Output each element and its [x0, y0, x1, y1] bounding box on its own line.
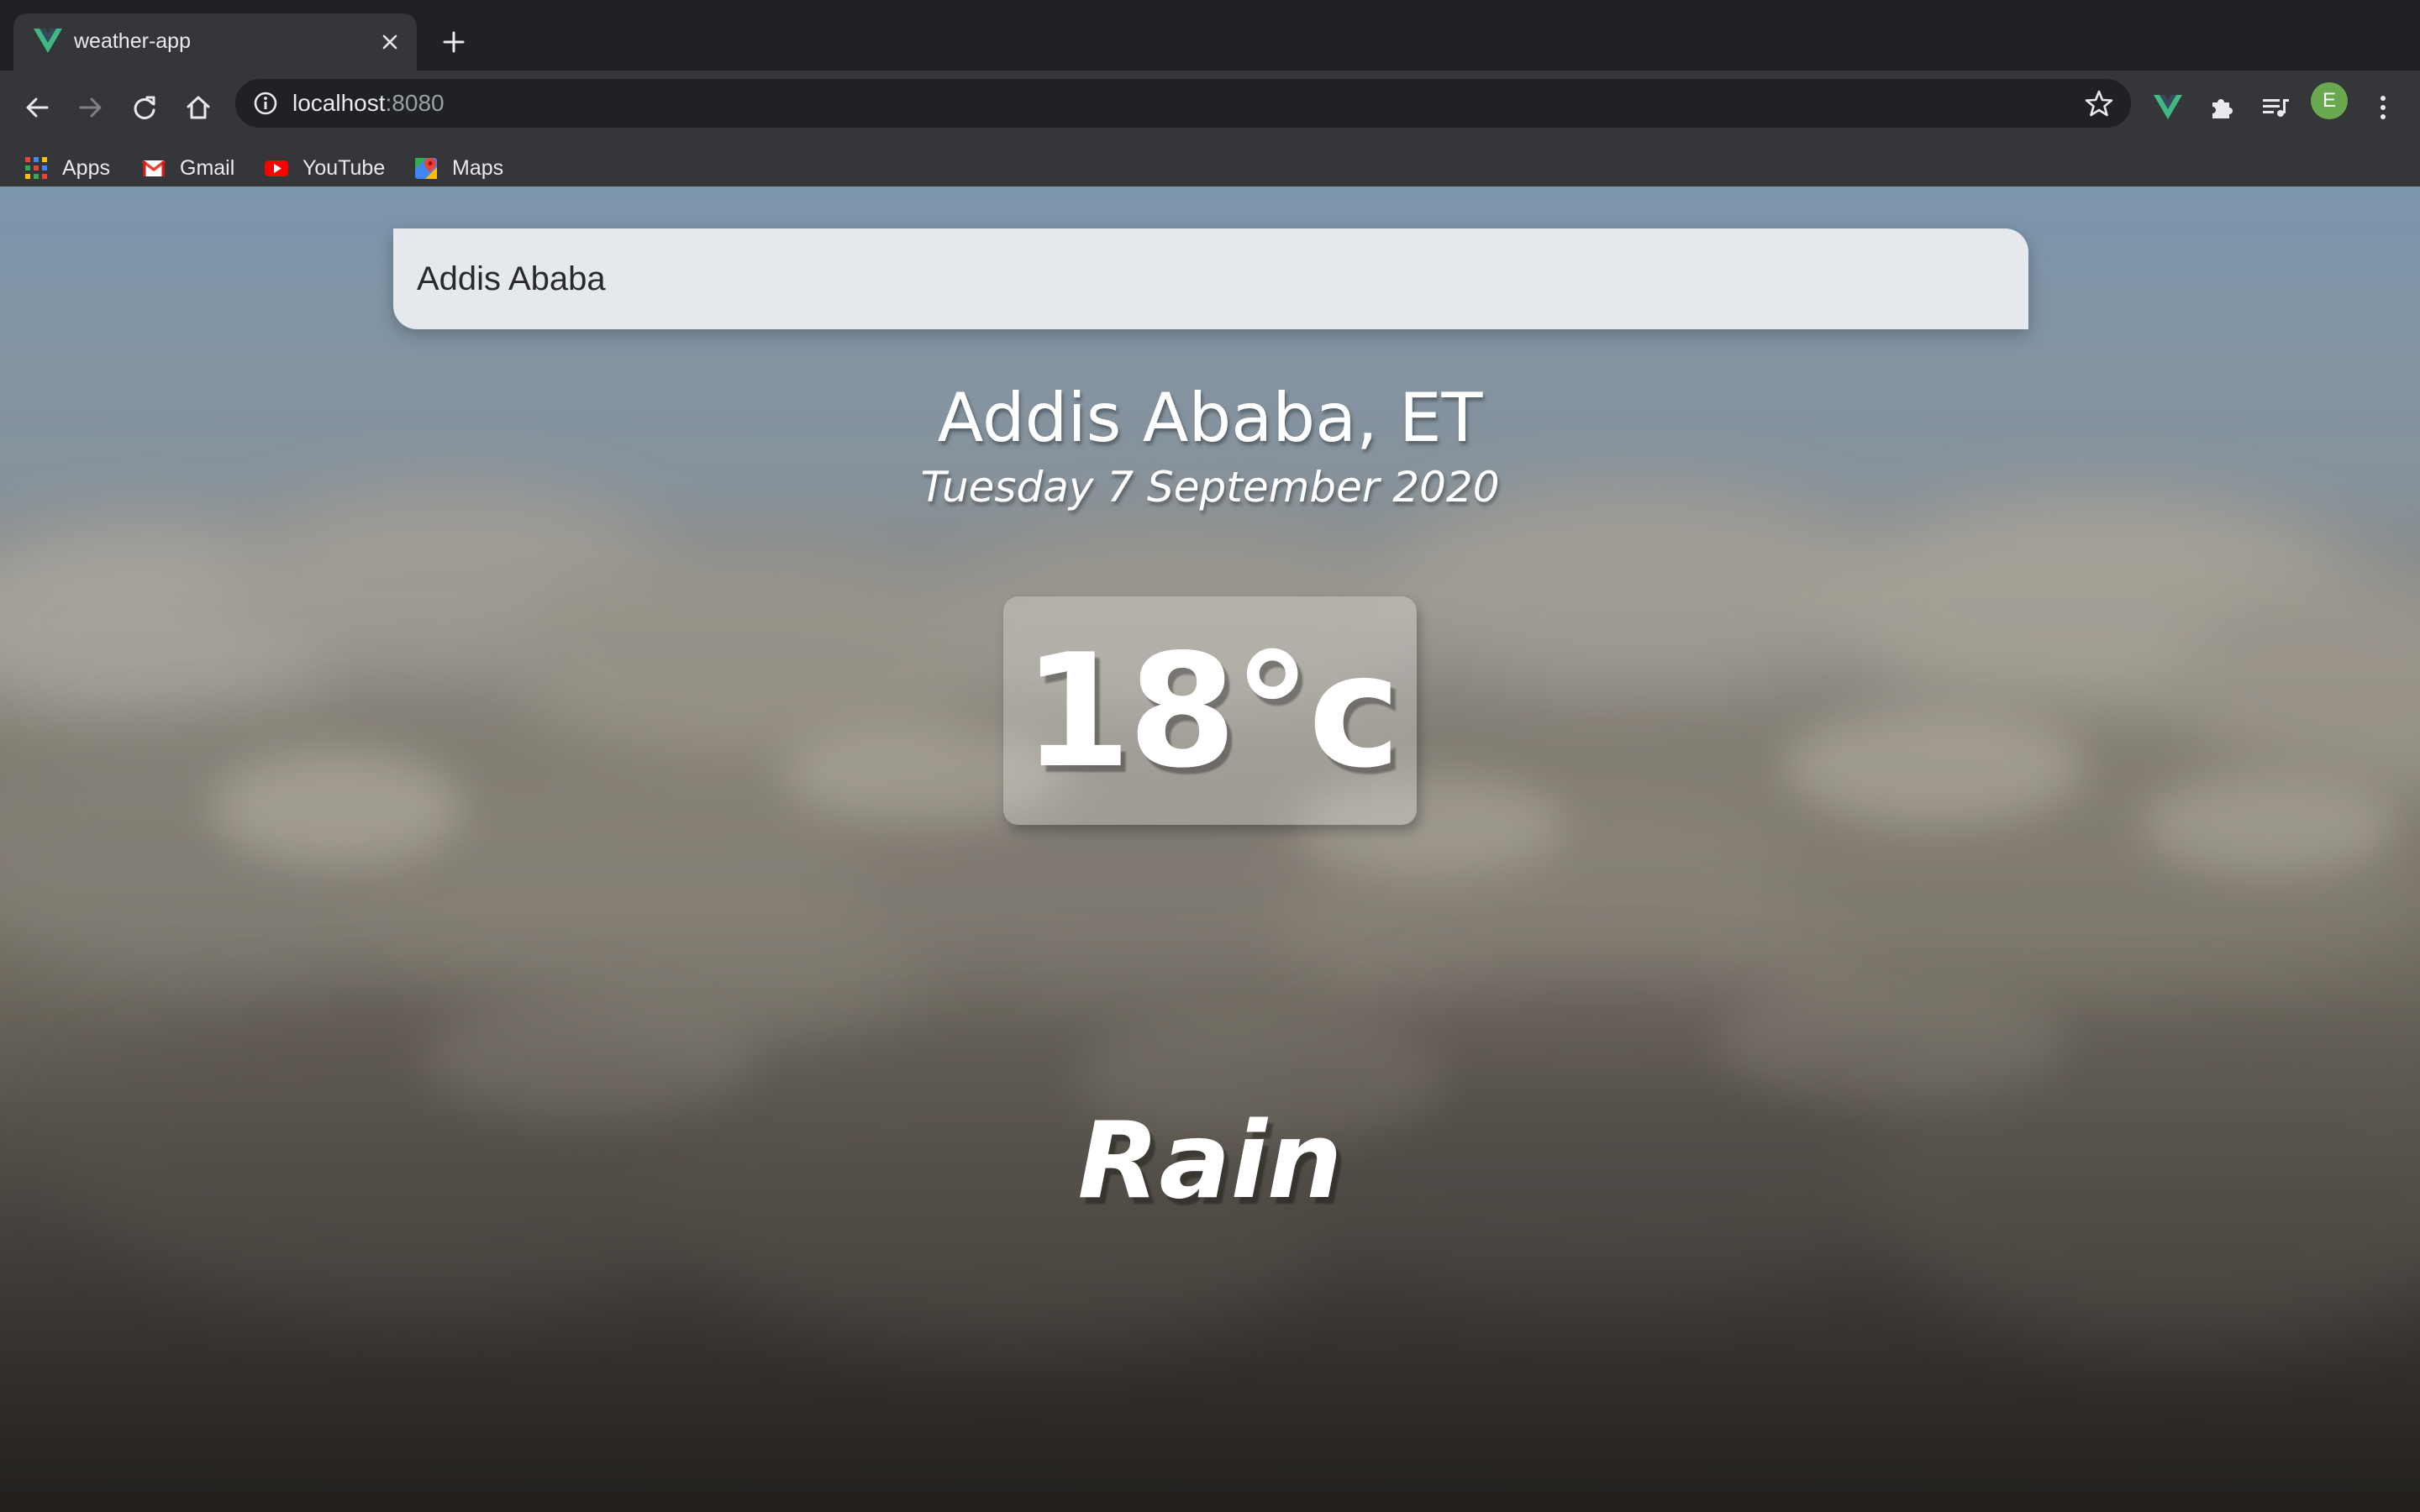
url-host: localhost	[292, 90, 386, 116]
url-text[interactable]: localhost:8080	[292, 87, 445, 119]
bookmark-label: Gmail	[180, 155, 235, 180]
address-bar[interactable]: localhost:8080	[235, 79, 2131, 128]
home-icon	[187, 96, 210, 119]
playlist-icon	[2263, 99, 2289, 117]
browser-menu-button[interactable]	[2360, 84, 2407, 131]
info-icon[interactable]	[252, 90, 279, 117]
extensions-button[interactable]	[2198, 84, 2245, 131]
close-icon	[382, 34, 397, 50]
media-control-button[interactable]	[2252, 84, 2299, 131]
weather-condition: Rain	[1077, 1099, 1343, 1222]
vue-devtools-extension-button[interactable]	[2144, 84, 2191, 131]
bookmark-gmail[interactable]: Gmail	[141, 150, 234, 186]
tab-weather-app[interactable]: weather-app	[13, 13, 417, 71]
tab-strip: weather-app	[0, 0, 2420, 71]
arrow-left-icon	[26, 97, 49, 118]
vue-devtools-icon	[2154, 95, 2182, 119]
weather-app-page: Addis Ababa, ET Tuesday 7 September 2020…	[0, 186, 2420, 1512]
youtube-icon	[265, 160, 288, 176]
puzzle-piece-icon	[2212, 99, 2233, 118]
bookmark-apps[interactable]: Apps	[24, 150, 110, 186]
maps-icon	[415, 158, 437, 179]
bookmark-label: Maps	[452, 155, 504, 180]
plus-icon	[443, 31, 465, 53]
bookmark-label: Apps	[62, 155, 110, 180]
profile-avatar[interactable]: E	[2311, 82, 2348, 119]
url-port: :8080	[385, 90, 445, 116]
current-date: Tuesday 7 September 2020	[920, 463, 1500, 512]
bookmark-maps[interactable]: Maps	[413, 150, 503, 186]
reload-button[interactable]	[121, 84, 168, 131]
tab-title: weather-app	[74, 29, 191, 53]
forward-button[interactable]	[67, 84, 114, 131]
home-button[interactable]	[175, 84, 222, 131]
close-tab-button[interactable]	[375, 27, 405, 57]
location-title: Addis Ababa, ET	[937, 379, 1483, 457]
arrow-right-icon	[79, 97, 102, 118]
new-tab-button[interactable]	[437, 25, 471, 59]
browser-toolbar: localhost:8080 Apps Gmail YouTube Maps	[0, 71, 2420, 200]
city-search-input[interactable]	[393, 228, 2028, 329]
reload-icon	[134, 96, 155, 119]
more-vertical-icon	[2381, 96, 2386, 119]
temperature-value: 18°c	[1022, 619, 1401, 802]
star-icon[interactable]	[2084, 88, 2114, 118]
apps-grid-icon	[25, 157, 47, 179]
vue-logo-icon	[34, 29, 62, 53]
gmail-icon	[141, 160, 166, 176]
bookmark-youtube[interactable]: YouTube	[264, 150, 385, 186]
temperature-card: 18°c	[1003, 596, 1417, 825]
bookmark-label: YouTube	[302, 155, 386, 180]
back-button[interactable]	[13, 84, 60, 131]
